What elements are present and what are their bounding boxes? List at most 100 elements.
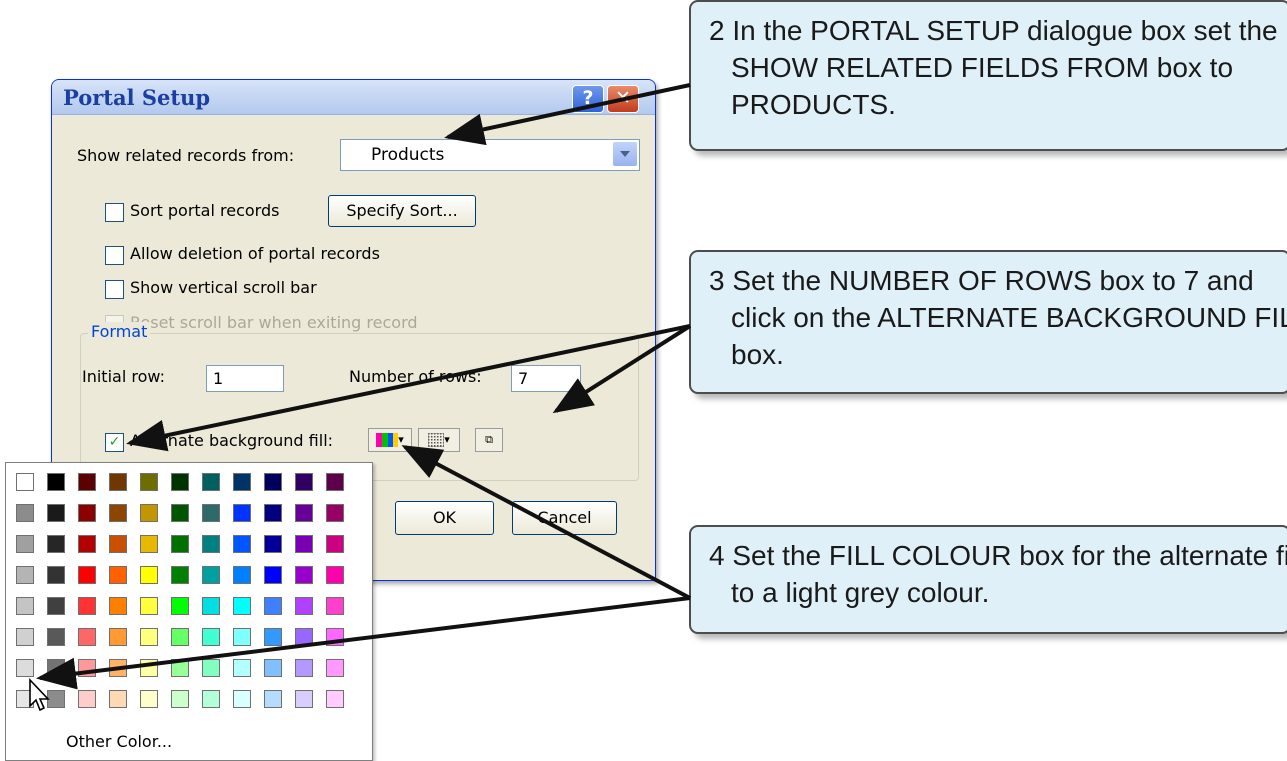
show-scroll-checkbox[interactable]: [105, 280, 124, 299]
color-swatch[interactable]: [171, 628, 189, 646]
color-swatch[interactable]: [233, 504, 251, 522]
color-swatch[interactable]: [140, 504, 158, 522]
color-swatch[interactable]: [109, 473, 127, 491]
color-swatch[interactable]: [16, 504, 34, 522]
color-swatch[interactable]: [326, 659, 344, 677]
color-swatch[interactable]: [264, 566, 282, 584]
color-swatch[interactable]: [264, 628, 282, 646]
help-button[interactable]: ?: [572, 85, 604, 113]
color-swatch[interactable]: [16, 566, 34, 584]
color-swatch[interactable]: [202, 504, 220, 522]
color-swatch[interactable]: [109, 628, 127, 646]
color-swatch[interactable]: [140, 659, 158, 677]
color-swatch[interactable]: [16, 473, 34, 491]
color-swatch[interactable]: [109, 535, 127, 553]
color-swatch[interactable]: [140, 597, 158, 615]
cancel-button[interactable]: Cancel: [512, 501, 617, 535]
color-swatch[interactable]: [295, 535, 313, 553]
color-swatch[interactable]: [295, 628, 313, 646]
color-swatch[interactable]: [109, 690, 127, 708]
color-swatch[interactable]: [326, 597, 344, 615]
rows-field[interactable]: 7: [511, 365, 581, 392]
color-swatch[interactable]: [109, 504, 127, 522]
color-swatch[interactable]: [202, 690, 220, 708]
color-swatch[interactable]: [78, 566, 96, 584]
pattern-button[interactable]: ▾: [418, 428, 460, 452]
initial-row-field[interactable]: 1: [206, 365, 284, 392]
color-swatch[interactable]: [233, 690, 251, 708]
color-swatch[interactable]: [295, 659, 313, 677]
color-swatch[interactable]: [47, 597, 65, 615]
color-swatch[interactable]: [47, 473, 65, 491]
color-swatch[interactable]: [264, 659, 282, 677]
color-swatch[interactable]: [78, 690, 96, 708]
sort-portal-checkbox[interactable]: [105, 203, 124, 222]
color-swatch[interactable]: [326, 690, 344, 708]
color-swatch[interactable]: [78, 659, 96, 677]
color-swatch[interactable]: [295, 504, 313, 522]
color-swatch[interactable]: [264, 690, 282, 708]
color-swatch[interactable]: [171, 504, 189, 522]
color-swatch[interactable]: [202, 659, 220, 677]
color-swatch[interactable]: [16, 535, 34, 553]
specify-sort-button[interactable]: Specify Sort...: [328, 195, 476, 227]
color-swatch[interactable]: [171, 690, 189, 708]
color-swatch[interactable]: [109, 566, 127, 584]
color-swatch[interactable]: [78, 535, 96, 553]
ok-button[interactable]: OK: [395, 501, 494, 535]
color-swatch[interactable]: [140, 535, 158, 553]
color-swatch[interactable]: [202, 535, 220, 553]
color-swatch[interactable]: [295, 473, 313, 491]
color-swatch[interactable]: [78, 628, 96, 646]
chevron-down-icon[interactable]: [613, 142, 637, 166]
color-swatch[interactable]: [233, 535, 251, 553]
color-swatch[interactable]: [171, 535, 189, 553]
other-color-item[interactable]: Other Color...: [66, 732, 172, 751]
color-swatch[interactable]: [202, 566, 220, 584]
color-swatch[interactable]: [171, 659, 189, 677]
color-swatch[interactable]: [326, 535, 344, 553]
color-swatch[interactable]: [326, 628, 344, 646]
show-related-combo[interactable]: Products: [340, 139, 640, 171]
color-swatch[interactable]: [78, 473, 96, 491]
color-swatch[interactable]: [264, 535, 282, 553]
color-swatch[interactable]: [264, 473, 282, 491]
color-swatch[interactable]: [233, 628, 251, 646]
copy-format-icon[interactable]: ⧉: [475, 428, 503, 452]
color-swatch[interactable]: [78, 597, 96, 615]
color-swatch[interactable]: [202, 628, 220, 646]
color-swatch[interactable]: [171, 473, 189, 491]
color-swatch[interactable]: [109, 659, 127, 677]
color-swatch[interactable]: [171, 597, 189, 615]
color-swatch[interactable]: [47, 628, 65, 646]
color-swatch[interactable]: [326, 473, 344, 491]
color-swatch[interactable]: [140, 473, 158, 491]
color-swatch[interactable]: [295, 597, 313, 615]
color-swatch[interactable]: [264, 504, 282, 522]
color-swatch[interactable]: [233, 473, 251, 491]
color-swatch[interactable]: [264, 597, 282, 615]
color-swatch[interactable]: [202, 473, 220, 491]
color-swatch[interactable]: [16, 659, 34, 677]
fill-color-button[interactable]: ▾: [368, 428, 412, 452]
color-swatch[interactable]: [47, 504, 65, 522]
color-swatch[interactable]: [47, 566, 65, 584]
color-swatch[interactable]: [140, 628, 158, 646]
color-swatch[interactable]: [233, 566, 251, 584]
color-swatch[interactable]: [47, 535, 65, 553]
color-swatch[interactable]: [78, 504, 96, 522]
color-swatch[interactable]: [233, 659, 251, 677]
color-swatch[interactable]: [295, 566, 313, 584]
color-swatch[interactable]: [171, 566, 189, 584]
allow-deletion-checkbox[interactable]: [105, 246, 124, 265]
color-swatch[interactable]: [140, 690, 158, 708]
close-button[interactable]: ✕: [607, 85, 639, 113]
color-swatch[interactable]: [233, 597, 251, 615]
color-swatch[interactable]: [47, 659, 65, 677]
color-swatch[interactable]: [202, 597, 220, 615]
color-swatch[interactable]: [16, 628, 34, 646]
color-swatch[interactable]: [16, 597, 34, 615]
color-swatch[interactable]: [295, 690, 313, 708]
color-swatch[interactable]: [140, 566, 158, 584]
color-swatch[interactable]: [109, 597, 127, 615]
